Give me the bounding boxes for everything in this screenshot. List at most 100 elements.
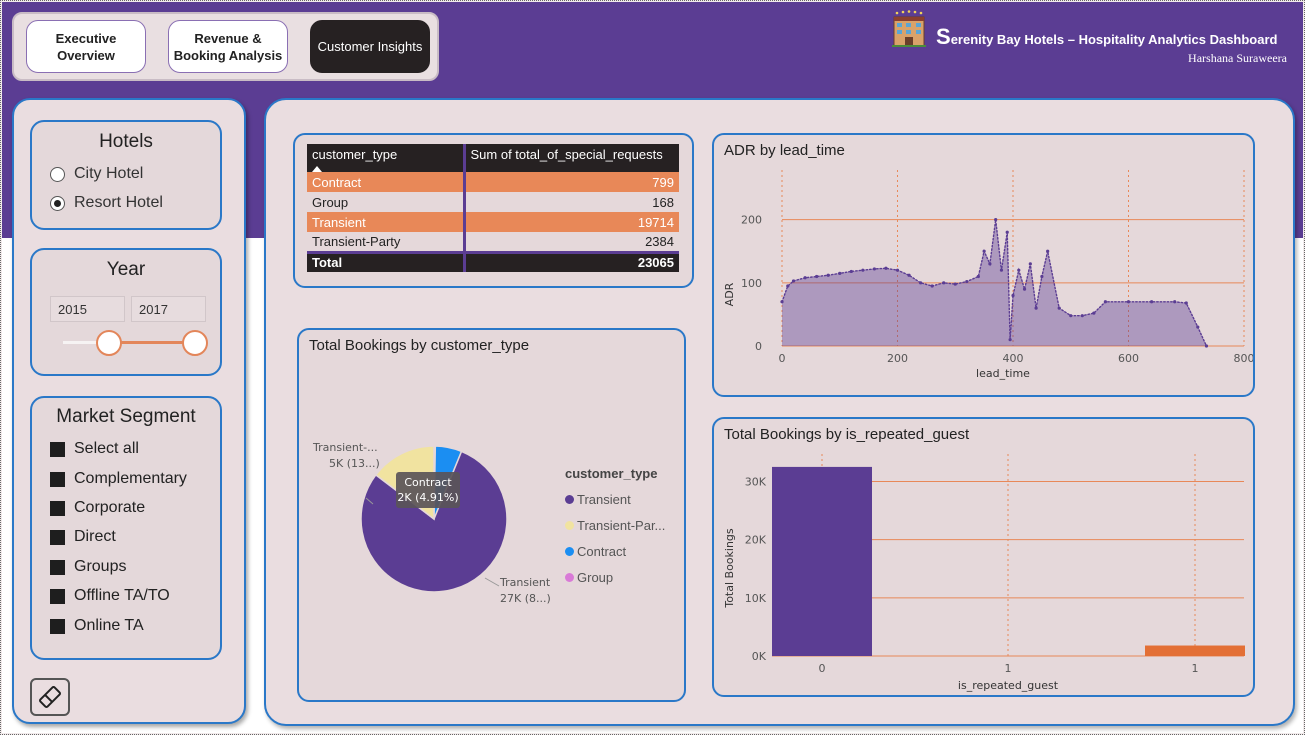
data-point[interactable]	[786, 284, 790, 288]
data-point[interactable]	[982, 249, 986, 253]
data-point[interactable]	[1080, 314, 1084, 318]
data-point[interactable]	[1057, 306, 1061, 310]
bar[interactable]	[1145, 645, 1245, 656]
tab-revenue-booking-analysis[interactable]: Revenue & Booking Analysis	[168, 20, 288, 73]
radio-button[interactable]	[50, 166, 65, 182]
cell-customer-type: Transient	[307, 212, 464, 232]
checkbox[interactable]	[50, 471, 65, 487]
tab-executive-overview[interactable]: Executive Overview	[26, 20, 146, 73]
data-point[interactable]	[1173, 300, 1177, 304]
data-point[interactable]	[919, 281, 923, 285]
area-chart[interactable]: 0 100 200 0 200 400 600 800 lead_time ADR	[714, 170, 1253, 395]
bar[interactable]	[772, 466, 872, 656]
data-point[interactable]	[1069, 314, 1073, 318]
legend-item-contract[interactable]: Contract	[565, 538, 665, 564]
checkbox[interactable]	[50, 618, 65, 634]
radio-label: City Hotel	[74, 165, 144, 182]
data-point[interactable]	[1022, 287, 1027, 291]
radio-city-hotel[interactable]: City Hotel	[50, 163, 143, 185]
legend-item-transient-party[interactable]: Transient-Par...	[565, 512, 665, 538]
data-point[interactable]	[942, 281, 946, 285]
slicer-title: Market Segment	[56, 406, 196, 427]
data-point[interactable]	[791, 279, 796, 283]
checkbox[interactable]	[50, 588, 65, 604]
data-point[interactable]	[861, 268, 865, 272]
data-point[interactable]	[1011, 293, 1015, 298]
data-point[interactable]	[838, 271, 842, 275]
data-point[interactable]	[1005, 230, 1009, 234]
legend-item-group[interactable]: Group	[565, 564, 665, 590]
data-point[interactable]	[872, 267, 876, 271]
checkbox-corporate[interactable]: Corporate	[50, 497, 145, 519]
tab-customer-insights[interactable]: Customer Insights	[310, 20, 430, 73]
data-point[interactable]	[999, 268, 1004, 272]
cell-value: 2384	[462, 232, 679, 252]
data-point[interactable]	[1184, 301, 1188, 305]
data-point[interactable]	[907, 273, 911, 277]
checkbox-online-ta[interactable]: Online TA	[50, 615, 144, 637]
checkbox[interactable]	[50, 529, 65, 545]
column-header-customer-type[interactable]: customer_type	[307, 144, 464, 172]
data-point[interactable]	[803, 276, 807, 280]
data-point[interactable]	[1040, 274, 1044, 279]
checkbox[interactable]	[50, 441, 65, 457]
data-point[interactable]	[1126, 300, 1131, 304]
data-point[interactable]	[1008, 338, 1012, 342]
cell-customer-type: Contract	[307, 172, 464, 192]
data-point[interactable]	[1092, 311, 1096, 315]
eraser-icon	[39, 686, 61, 708]
pie-chart[interactable]: Transient-... 5K (13...) Transient 27K (…	[299, 390, 559, 690]
radio-label: Resort Hotel	[74, 194, 163, 211]
column-header-special-requests[interactable]: Sum of total_of_special_requests	[462, 144, 679, 172]
legend-item-transient[interactable]: Transient	[565, 486, 665, 512]
data-point[interactable]	[895, 268, 900, 272]
data-point[interactable]	[815, 274, 819, 279]
legend-marker	[565, 572, 574, 582]
table-row[interactable]: Contract 799	[307, 172, 679, 192]
data-point[interactable]	[1204, 344, 1209, 348]
data-point[interactable]	[884, 266, 888, 270]
slider-handle-start[interactable]	[96, 330, 122, 356]
checkbox-select-all[interactable]: Select all	[50, 438, 139, 460]
slice-label-tparty-value: 5K (13...)	[329, 457, 380, 470]
data-point[interactable]	[780, 300, 784, 304]
data-point[interactable]	[826, 273, 830, 277]
table-row[interactable]: Group 168	[307, 192, 679, 212]
table-header-row: customer_type Sum of total_of_special_re…	[307, 144, 679, 172]
clear-filters-button[interactable]	[30, 678, 70, 716]
data-point[interactable]	[1028, 262, 1032, 266]
data-point[interactable]	[988, 262, 992, 266]
checkbox[interactable]	[50, 559, 65, 575]
data-point[interactable]	[930, 284, 934, 288]
data-point[interactable]	[976, 274, 980, 279]
x-tick-label: 200	[887, 352, 908, 365]
data-point[interactable]	[953, 282, 957, 286]
data-point[interactable]	[1017, 268, 1021, 272]
table-row[interactable]: Transient-Party 2384	[307, 232, 679, 252]
checkbox-direct[interactable]: Direct	[50, 526, 116, 548]
bar-chart[interactable]: 0K 10K 20K 30K 0 1 1 is_repeated_guest Total Boo…	[714, 454, 1253, 694]
radio-resort-hotel[interactable]: Resort Hotel	[50, 192, 163, 214]
year-from-input[interactable]: 2015	[50, 296, 125, 322]
data-point[interactable]	[994, 218, 998, 222]
y-tick-label: 20K	[745, 534, 767, 547]
data-point[interactable]	[1150, 300, 1154, 304]
checkbox-groups[interactable]: Groups	[50, 556, 126, 578]
data-point[interactable]	[1196, 325, 1200, 329]
checkbox-complementary[interactable]: Complementary	[50, 468, 187, 490]
table-row[interactable]: Transient 19714	[307, 212, 679, 232]
slider-handle-end[interactable]	[182, 330, 208, 356]
checkbox-label: Corporate	[74, 499, 146, 516]
year-to-input[interactable]: 2017	[131, 296, 206, 322]
data-point[interactable]	[1103, 300, 1107, 304]
data-point[interactable]	[849, 269, 853, 274]
checkbox-offline-ta-to[interactable]: Offline TA/TO	[50, 585, 170, 607]
data-point[interactable]	[965, 279, 969, 284]
checkbox[interactable]	[50, 500, 65, 516]
radio-button-selected[interactable]	[50, 195, 65, 211]
chart-title: Total Bookings by customer_type	[309, 337, 530, 354]
main-report-area: customer_type Sum of total_of_special_re…	[264, 98, 1295, 726]
data-point[interactable]	[1046, 249, 1050, 253]
title-initial: S	[936, 24, 951, 49]
data-point[interactable]	[1034, 306, 1038, 310]
